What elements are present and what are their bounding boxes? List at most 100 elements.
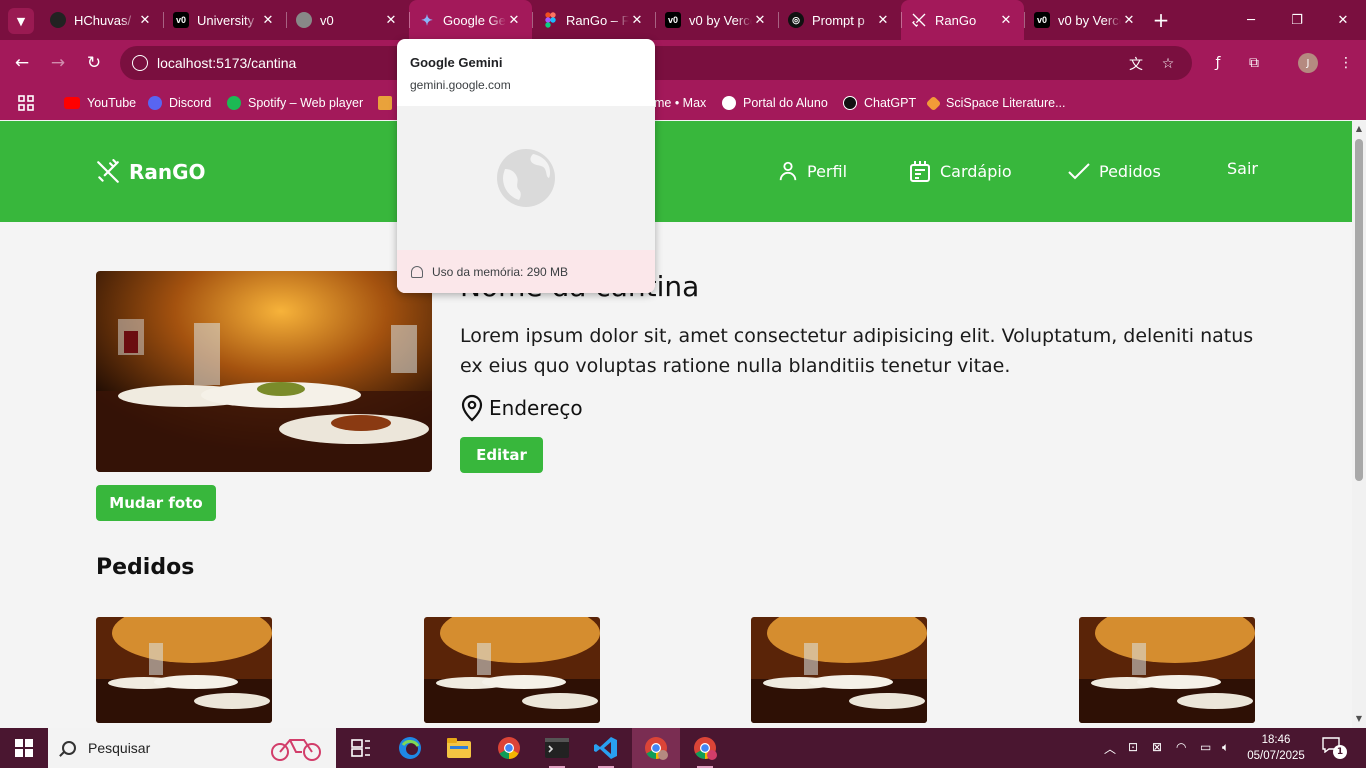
- windows-taskbar: Pesquisar ︿ ⊡ ⊠ ◠ ▭ 🔈︎ 18:46 05/07/2025 …: [0, 728, 1366, 768]
- scroll-up-arrow-icon[interactable]: ▲: [1355, 125, 1363, 133]
- scroll-down-arrow-icon[interactable]: ▼: [1355, 715, 1363, 723]
- tab-v0[interactable]: v0 ✕: [286, 0, 409, 40]
- back-button[interactable]: ←: [10, 51, 34, 75]
- terminal-icon[interactable]: [542, 733, 572, 768]
- taskbar-clock[interactable]: 18:46 05/07/2025: [1245, 732, 1307, 764]
- order-card-image[interactable]: [1079, 617, 1255, 723]
- tab-prompt[interactable]: ◎ Prompt p ✕: [778, 0, 901, 40]
- chrome-profile-icon[interactable]: [632, 728, 680, 768]
- notification-badge: 1: [1333, 745, 1347, 759]
- site-info-icon[interactable]: [132, 55, 148, 71]
- profile-avatar[interactable]: J: [1298, 53, 1318, 73]
- nav-perfil[interactable]: Perfil: [777, 159, 847, 183]
- close-icon[interactable]: ✕: [1121, 12, 1137, 28]
- clock-date: 05/07/2025: [1247, 750, 1305, 762]
- utensils-icon: [911, 12, 927, 28]
- bookmark-label: ChatGPT: [864, 96, 917, 110]
- bookmark-label: YouTube: [87, 96, 137, 110]
- tab-v0-vercel-2[interactable]: v0 v0 by Vercel ✕: [1024, 0, 1147, 40]
- tray-device-icon[interactable]: ⊡: [1128, 740, 1138, 754]
- tab-rango[interactable]: RanGo ✕: [901, 0, 1024, 40]
- nav-cardapio[interactable]: Cardápio: [908, 159, 1012, 183]
- minimize-button[interactable]: ─: [1228, 0, 1274, 40]
- restore-button[interactable]: ❐: [1274, 0, 1320, 40]
- taskbar-search[interactable]: Pesquisar: [48, 728, 336, 768]
- clock-time: 18:46: [1261, 734, 1291, 746]
- wifi-icon[interactable]: ◠: [1176, 740, 1186, 754]
- close-icon[interactable]: ✕: [137, 12, 153, 28]
- edge-icon[interactable]: [395, 733, 425, 763]
- notification-center-icon[interactable]: 1: [1322, 737, 1347, 759]
- bookmark-spotify[interactable]: Spotify – Web player: [227, 93, 363, 113]
- apps-grid-icon[interactable]: [18, 93, 34, 113]
- nav-pedidos[interactable]: Pedidos: [1067, 159, 1161, 183]
- scrollbar-thumb[interactable]: [1355, 139, 1363, 481]
- tab-v0-vercel[interactable]: v0 v0 by Vercel ✕: [655, 0, 778, 40]
- close-icon[interactable]: ✕: [506, 12, 522, 28]
- chrome-icon[interactable]: [494, 733, 524, 763]
- tab-title: Prompt p: [812, 12, 865, 28]
- reload-button[interactable]: ↻: [82, 51, 106, 75]
- windows-logo-icon: [15, 739, 33, 757]
- bookmark-scispace[interactable]: SciSpace Literature...: [925, 93, 1066, 113]
- openai-icon: [843, 96, 857, 110]
- tab-rango-figma[interactable]: RanGo – Figma ✕: [532, 0, 655, 40]
- forward-button[interactable]: →: [46, 51, 70, 75]
- file-explorer-icon[interactable]: [444, 733, 474, 763]
- close-icon[interactable]: ✕: [383, 12, 399, 28]
- nav-sair[interactable]: Sair: [1227, 159, 1258, 178]
- brand-logo[interactable]: RanGO: [95, 159, 206, 185]
- nav-label: Sair: [1227, 159, 1258, 178]
- page-scrollbar[interactable]: ▲ ▼: [1352, 121, 1366, 728]
- more-menu-icon[interactable]: ⋮: [1335, 52, 1357, 74]
- volume-icon[interactable]: 🔈︎: [1222, 740, 1229, 755]
- start-button[interactable]: [0, 728, 48, 768]
- task-view-icon[interactable]: [346, 733, 376, 763]
- bookmark-discord[interactable]: Discord: [148, 93, 211, 113]
- extensions-puzzle-icon[interactable]: ⧉: [1243, 52, 1265, 74]
- translate-icon[interactable]: 文: [1126, 54, 1146, 74]
- close-icon[interactable]: ✕: [875, 12, 891, 28]
- bookmark-chatgpt[interactable]: ChatGPT: [843, 93, 916, 113]
- close-icon[interactable]: ✕: [629, 12, 645, 28]
- tab-search-button[interactable]: ▼: [8, 8, 34, 34]
- address-bar[interactable]: localhost:5173/cantina 文 ☆: [120, 46, 1192, 80]
- chrome-profile-icon[interactable]: [690, 733, 720, 768]
- globe-icon: [722, 96, 736, 110]
- tab-title: HChuvas/: [74, 12, 132, 28]
- close-window-button[interactable]: ✕: [1320, 0, 1366, 40]
- tab-hchuvas[interactable]: HChuvas/ ✕: [40, 0, 163, 40]
- close-icon[interactable]: ✕: [998, 12, 1014, 28]
- bookmark-star-icon[interactable]: ☆: [1158, 54, 1178, 74]
- bookmark-portal-aluno[interactable]: Portal do Aluno: [722, 93, 828, 113]
- change-photo-button[interactable]: Mudar foto: [96, 485, 216, 521]
- bookmark-youtube[interactable]: YouTube: [64, 93, 136, 113]
- bookmark-partial[interactable]: [378, 93, 399, 113]
- bookmark-icon: [378, 96, 392, 110]
- edit-button[interactable]: Editar: [460, 437, 543, 473]
- bicycle-icon: [271, 739, 321, 761]
- tab-google-gemini[interactable]: ✦ Google Gemini ✕: [409, 0, 532, 40]
- order-card-image[interactable]: [96, 617, 272, 723]
- address-text[interactable]: localhost:5173/cantina: [157, 55, 296, 71]
- tray-chevron-icon[interactable]: ︿: [1104, 740, 1116, 757]
- vscode-icon[interactable]: [591, 733, 621, 768]
- tray-display-icon[interactable]: ⊠: [1152, 740, 1162, 754]
- battery-icon[interactable]: ▭: [1200, 740, 1211, 754]
- hover-card-memory: Uso da memória: 290 MB: [397, 250, 655, 293]
- brand-name: RanGO: [129, 160, 206, 184]
- user-icon: [779, 161, 797, 181]
- tab-title: RanGo – Figma: [566, 12, 629, 28]
- close-icon[interactable]: ✕: [752, 12, 768, 28]
- tab-university[interactable]: v0 University ✕: [163, 0, 286, 40]
- map-pin-icon: [461, 394, 483, 422]
- new-tab-button[interactable]: +: [1150, 8, 1172, 32]
- close-icon[interactable]: ✕: [260, 12, 276, 28]
- extension-icon[interactable]: ƒ: [1207, 52, 1229, 74]
- order-card-image[interactable]: [424, 617, 600, 723]
- order-card-image[interactable]: [751, 617, 927, 723]
- spotify-icon: [227, 96, 241, 110]
- globe-icon: [497, 149, 555, 207]
- bookmark-max[interactable]: me • Max: [654, 93, 706, 113]
- page-viewport: RanGO Perfil Cardápio Pedidos Sair Lorem…: [0, 121, 1352, 728]
